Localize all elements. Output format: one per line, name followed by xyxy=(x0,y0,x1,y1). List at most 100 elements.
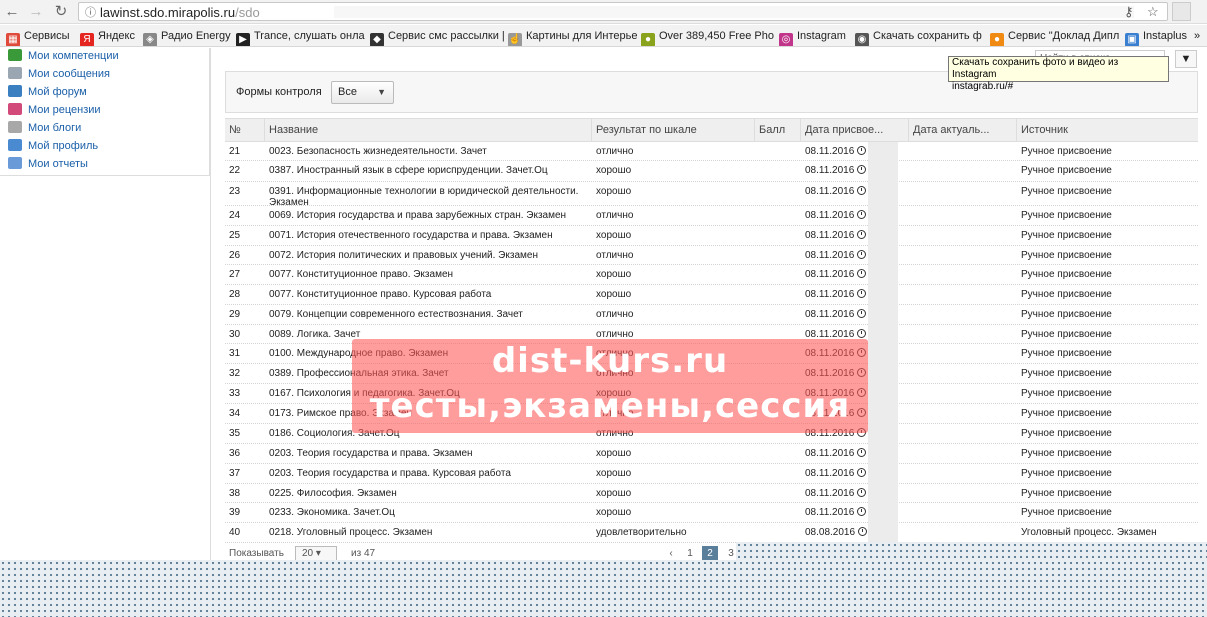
cell-number: 40 xyxy=(229,527,241,538)
url-blurred-area xyxy=(334,6,1134,18)
sidebar-item[interactable]: Мой форум xyxy=(8,84,87,100)
cell-result: хорошо xyxy=(596,488,632,499)
header-name[interactable]: Название xyxy=(265,119,592,141)
cell-source: Ручное присвоение xyxy=(1021,468,1112,479)
sidebar-item[interactable]: Мои сообщения xyxy=(8,66,110,82)
cell-source: Ручное присвоение xyxy=(1021,507,1112,518)
clock-icon xyxy=(857,165,867,174)
table-row[interactable]: 24 0069. История государства и права зару… xyxy=(225,206,1198,226)
browser-toolbar: ← → ↻ ⓘ lawinst.sdo.mirapolis.ru/sdo ⚷ ☆ xyxy=(0,0,1207,24)
back-icon[interactable]: ← xyxy=(2,2,22,22)
table-row[interactable]: 26 0072. История политических и правовых … xyxy=(225,246,1198,265)
sidebar-item[interactable]: Мои рецензии xyxy=(8,102,101,118)
control-form-select[interactable]: Все ▼ xyxy=(331,81,394,104)
clock-icon xyxy=(857,507,867,516)
cell-result: хорошо xyxy=(596,230,632,241)
table-row[interactable]: 22 0387. Иностранный язык в сфере юриспру… xyxy=(225,161,1198,182)
bookmark-item[interactable]: Я Яндекс xyxy=(80,28,135,46)
clock-icon xyxy=(857,448,867,457)
bookmark-tooltip: Скачать сохранить фото и видео из Instag… xyxy=(948,56,1169,92)
cell-number: 36 xyxy=(229,448,241,459)
sidebar-item[interactable]: Мой профиль xyxy=(8,138,98,154)
sidebar-item-icon xyxy=(8,85,22,97)
cell-number: 35 xyxy=(229,428,241,439)
total-count: из 47 xyxy=(351,548,376,559)
table-row[interactable]: 21 0023. Безопасность жизнедеятельности. … xyxy=(225,142,1198,161)
bookmark-item[interactable]: ◎ Instagram xyxy=(779,28,846,46)
cell-name: 0203. Теория государства и права. Курсов… xyxy=(269,468,511,479)
bookmark-item[interactable]: ◆ Сервис смс рассылки | xyxy=(370,28,505,46)
cell-result: удовлетворительно xyxy=(596,527,687,538)
table-row[interactable]: 38 0225. Философия. Экзамен хорошо 08.11.20… xyxy=(225,484,1198,503)
bookmark-item[interactable]: ▣ Instaplus xyxy=(1125,28,1187,46)
bookmark-item[interactable]: ▦ Сервисы xyxy=(6,28,70,46)
table-row[interactable]: 23 0391. Информационные технологии в юрид… xyxy=(225,182,1198,206)
bookmark-item[interactable]: ● Сервис "Доклад Дипл xyxy=(990,28,1119,46)
sidebar-item-label: Мой профиль xyxy=(28,140,99,152)
bookmarks-more-icon[interactable]: » xyxy=(1194,28,1200,44)
url-text: lawinst.sdo.mirapolis.ru/sdo xyxy=(100,5,260,20)
clock-icon xyxy=(857,289,867,298)
control-form-select-value: Все xyxy=(338,86,357,98)
cell-source: Ручное присвоение xyxy=(1021,146,1112,157)
header-number[interactable]: № xyxy=(225,119,265,141)
cell-result: хорошо xyxy=(596,289,632,300)
filter-icon[interactable]: ▼ xyxy=(1175,50,1197,68)
table-row[interactable]: 25 0071. История отечественного государст… xyxy=(225,226,1198,246)
cell-source: Ручное присвоение xyxy=(1021,289,1112,300)
cell-number: 31 xyxy=(229,348,241,359)
cell-source: Ручное присвоение xyxy=(1021,388,1112,399)
bookmark-item[interactable]: ● Over 389,450 Free Pho xyxy=(641,28,774,46)
address-bar[interactable]: ⓘ lawinst.sdo.mirapolis.ru/sdo ⚷ ☆ xyxy=(78,2,1168,21)
reload-icon[interactable]: ↻ xyxy=(51,2,71,22)
sidebar-item[interactable]: Мои отчеты xyxy=(8,156,88,172)
cell-name: 0071. История отечественного государства… xyxy=(269,230,553,241)
cell-source: Ручное присвоение xyxy=(1021,186,1112,197)
sidebar-item[interactable]: Мои компетенции xyxy=(8,48,119,64)
key-icon[interactable]: ⚷ xyxy=(1124,4,1134,20)
header-actual-date[interactable]: Дата актуаль... xyxy=(909,119,1017,141)
table-row[interactable]: 29 0079. Концепции современного естествоз… xyxy=(225,305,1198,325)
table-row[interactable]: 40 0218. Уголовный процесс. Экзамен удовле… xyxy=(225,523,1198,543)
cell-number: 32 xyxy=(229,368,241,379)
cell-result: хорошо xyxy=(596,186,632,197)
cell-source: Ручное присвоение xyxy=(1021,428,1112,439)
sidebar-item-label: Мои отчеты xyxy=(28,158,88,170)
table-row[interactable]: 27 0077. Конституционное право. Экзамен хо… xyxy=(225,265,1198,285)
sidebar-divider xyxy=(210,48,211,560)
clock-icon xyxy=(857,329,867,338)
table-row[interactable]: 28 0077. Конституционное право. Курсовая … xyxy=(225,285,1198,305)
bookmark-item[interactable]: ◉ Скачать сохранить ф xyxy=(855,28,982,46)
sidebar-item-label: Мои компетенции xyxy=(28,50,119,62)
dotted-overlay-bottom xyxy=(0,560,1207,617)
bookmark-star-icon[interactable]: ☆ xyxy=(1147,4,1159,20)
blurred-column xyxy=(868,142,898,542)
cell-number: 34 xyxy=(229,408,241,419)
cell-name: 0218. Уголовный процесс. Экзамен xyxy=(269,527,433,538)
header-result[interactable]: Результат по шкале xyxy=(592,119,755,141)
page-info-icon[interactable]: ⓘ xyxy=(85,4,96,20)
bookmark-item[interactable]: ◈ Радио Energy xyxy=(143,28,231,46)
bookmark-item[interactable]: ☝ Картины для Интерье xyxy=(508,28,637,46)
table-row[interactable]: 36 0203. Теория государства и права. Экза… xyxy=(225,444,1198,464)
tooltip-line-1: Скачать сохранить фото и видео из Instag… xyxy=(952,57,1119,80)
cell-name: 0077. Конституционное право. Экзамен xyxy=(269,269,454,280)
eye-icon: ◉ xyxy=(855,33,869,46)
forward-icon[interactable]: → xyxy=(26,2,46,22)
bookmark-label: Trance, слушать онла xyxy=(254,30,365,42)
play-icon: ▶ xyxy=(236,33,250,46)
filter-label: Формы контроля xyxy=(236,86,322,98)
clock-icon xyxy=(857,269,867,278)
sidebar-item[interactable]: Мои блоги xyxy=(8,120,81,136)
table-row[interactable]: 39 0233. Экономика. Зачет.Оц хорошо 08.11.2… xyxy=(225,503,1198,523)
header-source[interactable]: Источник xyxy=(1017,119,1198,141)
sidebar-item-icon xyxy=(8,139,22,151)
cell-number: 28 xyxy=(229,289,241,300)
bookmark-item[interactable]: ▶ Trance, слушать онла xyxy=(236,28,365,46)
cell-source: Ручное присвоение xyxy=(1021,408,1112,419)
header-assigned-date[interactable]: Дата присвое... xyxy=(801,119,909,141)
sidebar-item-label: Мои рецензии xyxy=(28,104,101,116)
table-row[interactable]: 37 0203. Теория государства и права. Курс… xyxy=(225,464,1198,484)
extension-icon[interactable] xyxy=(1172,2,1191,21)
header-score[interactable]: Балл xyxy=(755,119,801,141)
